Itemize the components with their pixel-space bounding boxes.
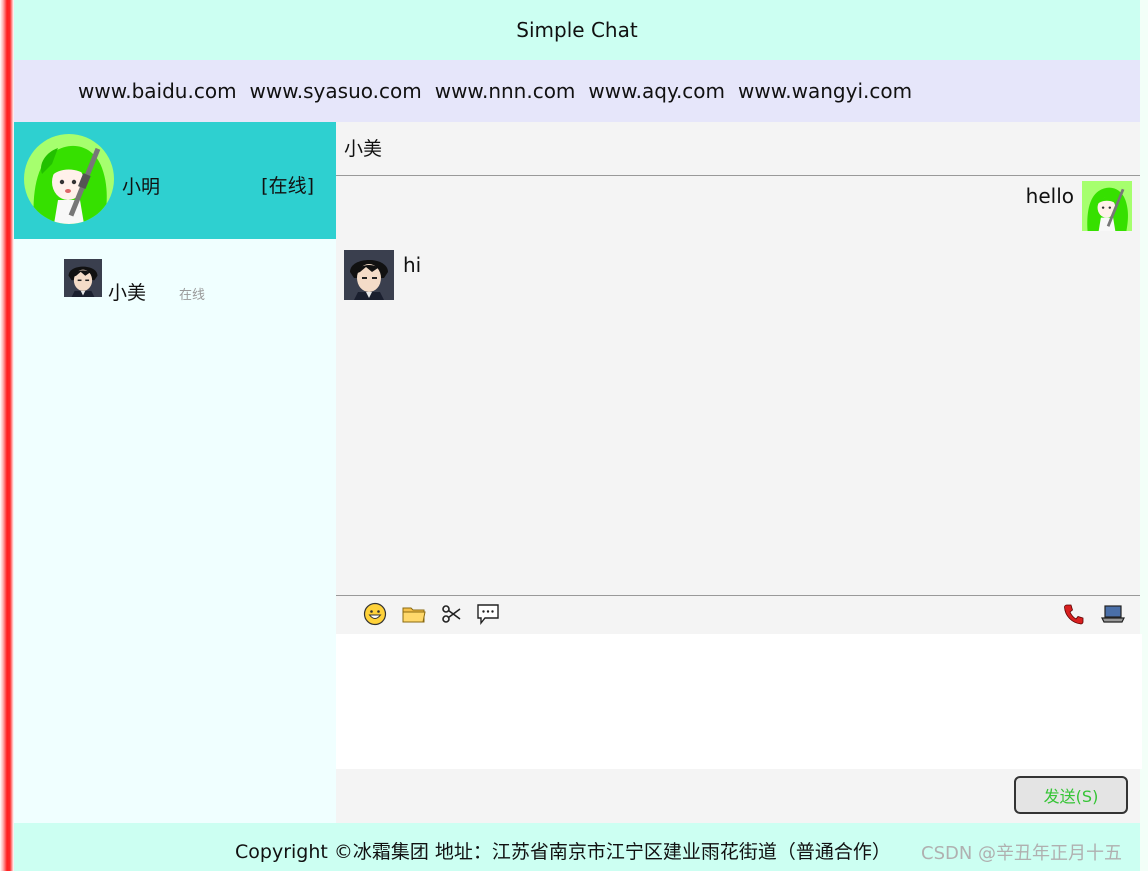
phone-icon[interactable]: [1060, 600, 1088, 628]
current-user-avatar: [24, 134, 114, 224]
contact-item-xiaomei[interactable]: 小美 在线: [64, 259, 324, 304]
message-list: hello hi: [336, 176, 1140, 596]
app-title: Simple Chat: [516, 18, 638, 42]
folder-icon[interactable]: [400, 600, 428, 628]
contact-sidebar: 小明 [在线] 小美 在线: [14, 122, 336, 823]
watermark-text: CSDN @辛丑年正月十五: [921, 843, 1123, 864]
scissors-icon[interactable]: [438, 600, 466, 628]
left-border-decoration: [0, 0, 14, 871]
message-text: hi: [403, 253, 422, 277]
message-text: hello: [1025, 184, 1074, 208]
contact-avatar: [64, 259, 102, 297]
current-user-panel: 小明 [在线]: [14, 122, 336, 239]
chat-toolbar: [336, 595, 1140, 634]
message-outgoing: hello: [1026, 181, 1132, 231]
chat-panel: 小美 hello hi 发送(S): [336, 122, 1142, 823]
current-user-name: 小明: [122, 176, 161, 198]
chat-bubble-icon[interactable]: [474, 600, 502, 628]
send-button[interactable]: 发送(S): [1014, 776, 1128, 814]
link-nnn[interactable]: www.nnn.com: [435, 79, 576, 103]
receiver-avatar: [344, 250, 394, 300]
chat-title: 小美: [336, 122, 1140, 176]
contact-status: 在线: [179, 288, 206, 303]
copyright-text: Copyright ©冰霜集团 地址：江苏省南京市江宁区建业雨花街道（普通合作）: [235, 841, 891, 863]
link-baidu[interactable]: www.baidu.com: [78, 79, 237, 103]
current-user-status: [在线]: [261, 175, 314, 197]
message-incoming: hi: [344, 250, 421, 300]
laptop-icon[interactable]: [1099, 600, 1127, 628]
smiley-icon[interactable]: [361, 600, 389, 628]
message-input[interactable]: [336, 634, 1142, 769]
link-syasuo[interactable]: www.syasuo.com: [250, 79, 422, 103]
contact-name: 小美: [108, 282, 147, 304]
link-aqy[interactable]: www.aqy.com: [588, 79, 725, 103]
sender-avatar: [1082, 181, 1132, 231]
link-bar: www.baidu.com www.syasuo.com www.nnn.com…: [14, 60, 1140, 122]
page-footer: Copyright ©冰霜集团 地址：江苏省南京市江宁区建业雨花街道（普通合作）…: [14, 823, 1140, 871]
link-wangyi[interactable]: www.wangyi.com: [738, 79, 912, 103]
app-header: Simple Chat: [14, 0, 1140, 60]
